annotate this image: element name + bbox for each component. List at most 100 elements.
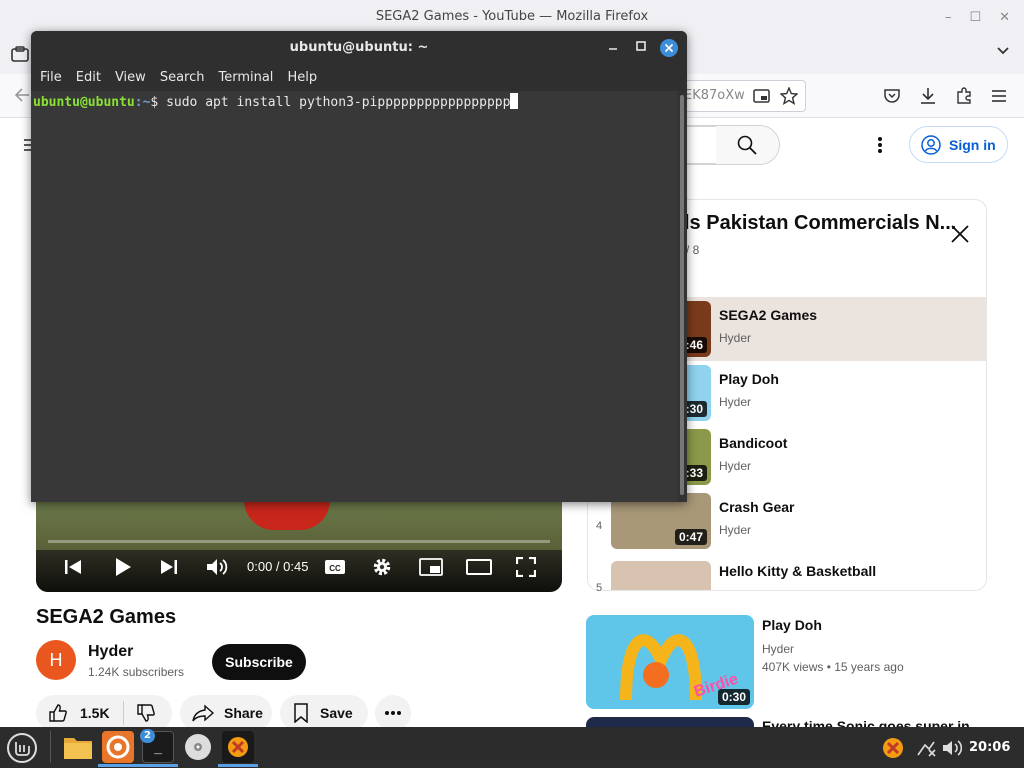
files-folder-icon[interactable] <box>62 731 94 763</box>
previous-icon[interactable] <box>64 558 82 576</box>
menu-edit[interactable]: Edit <box>76 67 101 91</box>
close-icon[interactable]: ✕ <box>999 10 1010 25</box>
captions-icon[interactable]: CC <box>324 558 346 576</box>
playlist-item-channel: Hyder <box>719 523 752 537</box>
recommendation-thumbnail[interactable] <box>586 717 754 727</box>
terminal-menu-bar: File Edit View Search Terminal Help <box>31 67 687 91</box>
menu-view[interactable]: View <box>115 67 146 91</box>
miniplayer-icon[interactable] <box>419 558 443 576</box>
playlist-thumbnail[interactable] <box>611 561 711 590</box>
playlist-item-index: 5 <box>596 582 603 594</box>
window-controls: – ☐ ✕ <box>945 0 1010 34</box>
prompt-symbol: $ <box>150 95 167 110</box>
downloads-icon[interactable] <box>919 87 937 105</box>
close-playlist-icon[interactable] <box>950 224 970 244</box>
menu-search[interactable]: Search <box>160 67 205 91</box>
text-cursor <box>510 93 519 109</box>
minimize-icon[interactable]: – <box>945 10 952 25</box>
firefox-view-icon[interactable] <box>11 46 29 62</box>
maximize-icon[interactable] <box>635 40 647 52</box>
extensions-icon[interactable] <box>955 87 973 105</box>
volume-icon[interactable] <box>206 557 228 577</box>
close-icon[interactable] <box>659 38 679 58</box>
channel-name[interactable]: Hyder <box>88 643 133 661</box>
recommendation-meta: 407K views • 15 years ago <box>762 660 904 674</box>
recommendation-thumbnail[interactable]: Birdie 0:30 <box>586 615 754 709</box>
clock[interactable]: 20:06 <box>969 740 1010 755</box>
recommendation-title[interactable]: Play Doh <box>762 617 822 633</box>
firefox-icon[interactable] <box>102 731 134 763</box>
bookmark-icon <box>293 703 309 723</box>
url-text: EK87oXw <box>684 88 744 103</box>
share-label: Share <box>224 705 263 721</box>
terminal-scrollbar[interactable] <box>677 91 687 502</box>
active-indicator <box>218 764 258 767</box>
next-icon[interactable] <box>160 558 178 576</box>
mint-menu-icon[interactable] <box>6 732 38 764</box>
like-dislike-group: 1.5K <box>36 695 172 731</box>
sign-in-label: Sign in <box>949 137 996 153</box>
more-horizontal-icon <box>384 710 402 716</box>
subscribe-button[interactable]: Subscribe <box>212 644 306 680</box>
active-indicator <box>138 764 178 767</box>
account-icon <box>921 135 941 155</box>
window-title: SEGA2 Games - YouTube — Mozilla Firefox <box>375 9 649 24</box>
menu-help[interactable]: Help <box>287 67 317 91</box>
window-count-badge: 2 <box>140 729 155 743</box>
video-title: SEGA2 Games <box>36 606 177 628</box>
recommendation-title[interactable]: Every time Sonic goes super in <box>762 719 970 727</box>
share-button[interactable]: Share <box>180 695 272 731</box>
prompt-user: ubuntu@ubuntu <box>33 95 135 110</box>
pocket-icon[interactable] <box>883 88 901 104</box>
xed-app-icon[interactable] <box>222 731 254 763</box>
menu-terminal[interactable]: Terminal <box>218 67 273 91</box>
menu-hamburger-icon[interactable] <box>991 89 1007 103</box>
video-player[interactable] <box>36 500 562 592</box>
recommendation-channel: Hyder <box>762 642 795 656</box>
network-disconnected-icon[interactable] <box>917 739 937 757</box>
time-display: 0:00 / 0:45 <box>247 559 309 574</box>
playlist-item-title[interactable]: Bandicoot <box>719 435 787 451</box>
dislike-icon[interactable] <box>136 703 156 723</box>
save-button[interactable]: Save <box>280 695 368 731</box>
tab-list-chevron-icon[interactable] <box>996 46 1010 56</box>
terminal-title: ubuntu@ubuntu: ~ <box>289 40 429 55</box>
share-icon <box>192 704 214 722</box>
playlist-item-title[interactable]: Hello Kitty & Basketball <box>719 563 876 579</box>
playlist-item-channel: Hyder <box>719 331 752 345</box>
terminal-window[interactable]: ubuntu@ubuntu: ~ File Edit View Search T… <box>31 31 687 502</box>
playlist-item-title[interactable]: Play Doh <box>719 371 779 387</box>
maximize-icon[interactable]: ☐ <box>969 10 981 25</box>
menu-file[interactable]: File <box>40 67 62 91</box>
more-options-icon[interactable] <box>877 136 883 154</box>
disc-icon[interactable] <box>182 731 214 763</box>
channel-avatar[interactable]: H <box>36 640 76 680</box>
picture-in-picture-icon[interactable] <box>753 88 771 104</box>
minimize-icon[interactable] <box>607 40 619 52</box>
yt-search-input[interactable] <box>684 126 716 164</box>
active-indicator <box>98 764 138 767</box>
playlist-item-title[interactable]: Crash Gear <box>719 499 794 515</box>
update-manager-tray-icon[interactable] <box>881 736 905 760</box>
play-icon[interactable] <box>114 557 132 577</box>
playlist-item-channel: Hyder <box>719 395 752 409</box>
theater-mode-icon[interactable] <box>466 559 492 575</box>
terminal-output[interactable]: ubuntu@ubuntu:~$ sudo apt install python… <box>31 91 677 502</box>
like-icon[interactable] <box>48 703 68 723</box>
command-text: sudo apt install python3-pippppppppppppp… <box>166 95 511 110</box>
subscriber-count: 1.24K subscribers <box>88 665 185 679</box>
playlist-title[interactable]: ls Pakistan Commercials N... <box>684 212 956 235</box>
more-actions-button[interactable] <box>375 695 411 731</box>
playlist-item-index: 4 <box>596 520 603 532</box>
sign-in-button[interactable]: Sign in <box>909 126 1008 163</box>
progress-bar[interactable] <box>48 540 550 543</box>
volume-tray-icon[interactable] <box>942 739 962 757</box>
like-count[interactable]: 1.5K <box>80 705 110 721</box>
terminal-title-bar[interactable]: ubuntu@ubuntu: ~ <box>31 31 687 67</box>
firefox-title-bar: SEGA2 Games - YouTube — Mozilla Firefox <box>0 0 1024 34</box>
settings-gear-icon[interactable] <box>372 557 392 577</box>
bookmark-star-icon[interactable] <box>780 87 798 105</box>
playlist-item-title[interactable]: SEGA2 Games <box>719 307 817 323</box>
back-arrow-icon[interactable] <box>14 88 30 102</box>
fullscreen-icon[interactable] <box>516 557 536 577</box>
